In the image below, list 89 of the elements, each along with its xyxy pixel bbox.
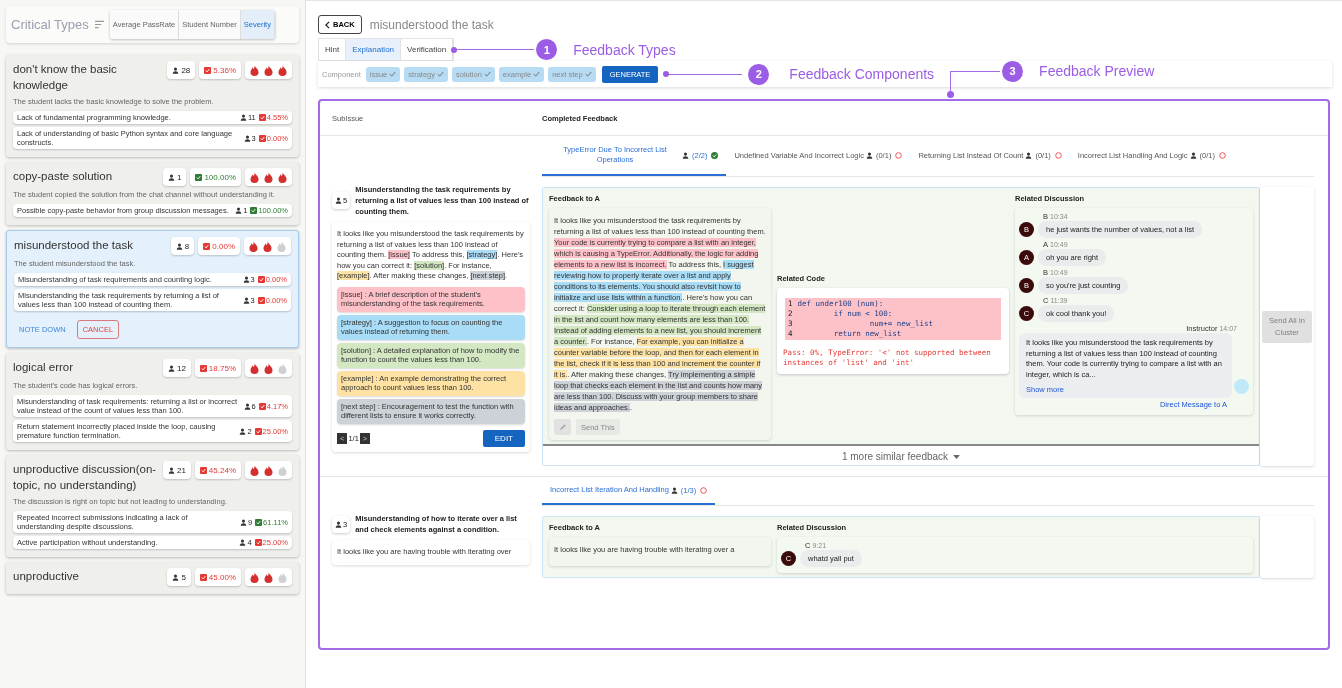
issue-title: don't know the basic knowledge	[13, 62, 118, 93]
circle-icon	[700, 486, 708, 494]
person-icon	[167, 466, 175, 474]
flame-icon	[249, 240, 258, 252]
issue-title: misunderstood the task	[14, 238, 133, 253]
issue-title: unproductive discussion(on-topic, no understanding)	[13, 462, 158, 493]
circle-icon	[895, 151, 903, 159]
person-icon	[167, 173, 175, 181]
student-count: 21	[162, 461, 191, 479]
issue-card[interactable]	[6, 455, 299, 557]
flame-icon	[250, 464, 259, 476]
flame-icon	[264, 464, 273, 476]
callout-label: Feedback Preview	[1039, 63, 1155, 79]
edit-button[interactable]: EDIT	[482, 429, 525, 447]
issue-card[interactable]	[6, 230, 299, 348]
callout-number: 1	[536, 39, 558, 60]
pass-rate: 45.24%	[194, 461, 241, 479]
circle-icon	[1218, 151, 1226, 159]
check-circle-icon	[711, 151, 719, 159]
more-feedback-toggle[interactable]: 1 more similar feedback	[543, 446, 1259, 465]
person-icon	[239, 539, 247, 546]
callout-label: Feedback Types	[573, 41, 676, 58]
feedback-type-tab[interactable]: Explanation	[346, 39, 402, 60]
caret-icon	[953, 454, 961, 459]
circle-icon	[1054, 151, 1062, 159]
student-count: 12	[162, 359, 191, 377]
pass-rate: 5.36%	[199, 61, 241, 79]
issue-title: logical error	[13, 360, 74, 375]
pass-rate: 45.00%	[194, 568, 241, 586]
callout-number: 2	[748, 63, 770, 85]
pass-rate: 100.00%	[190, 168, 241, 186]
person-icon	[167, 364, 175, 372]
check-icon	[483, 71, 491, 77]
check-icon	[584, 71, 592, 77]
person-icon	[865, 151, 873, 159]
sidebar-title: Critical Types	[11, 17, 89, 32]
issue-card[interactable]	[6, 353, 299, 450]
person-icon	[239, 518, 247, 526]
page-title: misunderstood the task	[369, 17, 494, 32]
person-icon	[172, 573, 180, 581]
person-icon	[1025, 151, 1033, 159]
chevron-left-icon	[325, 20, 330, 29]
issue-card[interactable]	[6, 55, 299, 157]
flame-icon	[278, 64, 287, 76]
sort-icon[interactable]	[93, 20, 105, 29]
callout-label: Feedback Components	[789, 66, 935, 82]
flame-icon	[263, 240, 272, 252]
student-count: 1	[162, 168, 187, 186]
check-icon	[533, 71, 541, 77]
flame-icon	[250, 171, 259, 183]
person-icon	[243, 134, 251, 142]
person-icon	[243, 402, 251, 410]
check-icon	[389, 71, 397, 77]
flame-icon	[264, 64, 273, 76]
flame-icon	[264, 571, 273, 583]
flame-icon	[277, 240, 286, 252]
person-icon	[239, 114, 247, 121]
student-count: 28	[167, 61, 196, 79]
issue-title: copy-paste solution	[13, 169, 113, 184]
student-count: 5	[167, 568, 191, 586]
issue-title: unproductive	[13, 569, 79, 584]
flame-icon	[250, 362, 259, 374]
check-icon	[437, 71, 444, 77]
flame-icon	[250, 571, 259, 583]
person-icon	[242, 276, 250, 283]
pass-rate: 0.00%	[198, 237, 240, 255]
flame-icon	[278, 171, 287, 183]
person-icon	[235, 207, 243, 214]
person-icon	[239, 427, 247, 435]
flame-icon	[278, 571, 287, 583]
side-panel	[1260, 516, 1314, 578]
person-icon	[335, 197, 342, 204]
person-icon	[1189, 151, 1197, 159]
person-icon	[242, 296, 250, 304]
pass-rate: 18.75%	[194, 359, 241, 377]
person-icon	[172, 66, 180, 74]
person-icon	[682, 151, 689, 159]
person-icon	[335, 520, 342, 528]
flame-icon	[278, 464, 287, 476]
issue-card[interactable]: unproductive 5 45.00%	[6, 562, 299, 594]
person-icon	[670, 486, 678, 494]
callout-number: 3	[1002, 60, 1024, 82]
flame-icon	[278, 362, 287, 374]
flame-icon	[264, 171, 273, 183]
flame-icon	[250, 64, 259, 76]
avatar	[1234, 379, 1249, 394]
student-count: 8	[170, 237, 195, 255]
person-icon	[175, 242, 183, 250]
flame-icon	[264, 362, 273, 374]
